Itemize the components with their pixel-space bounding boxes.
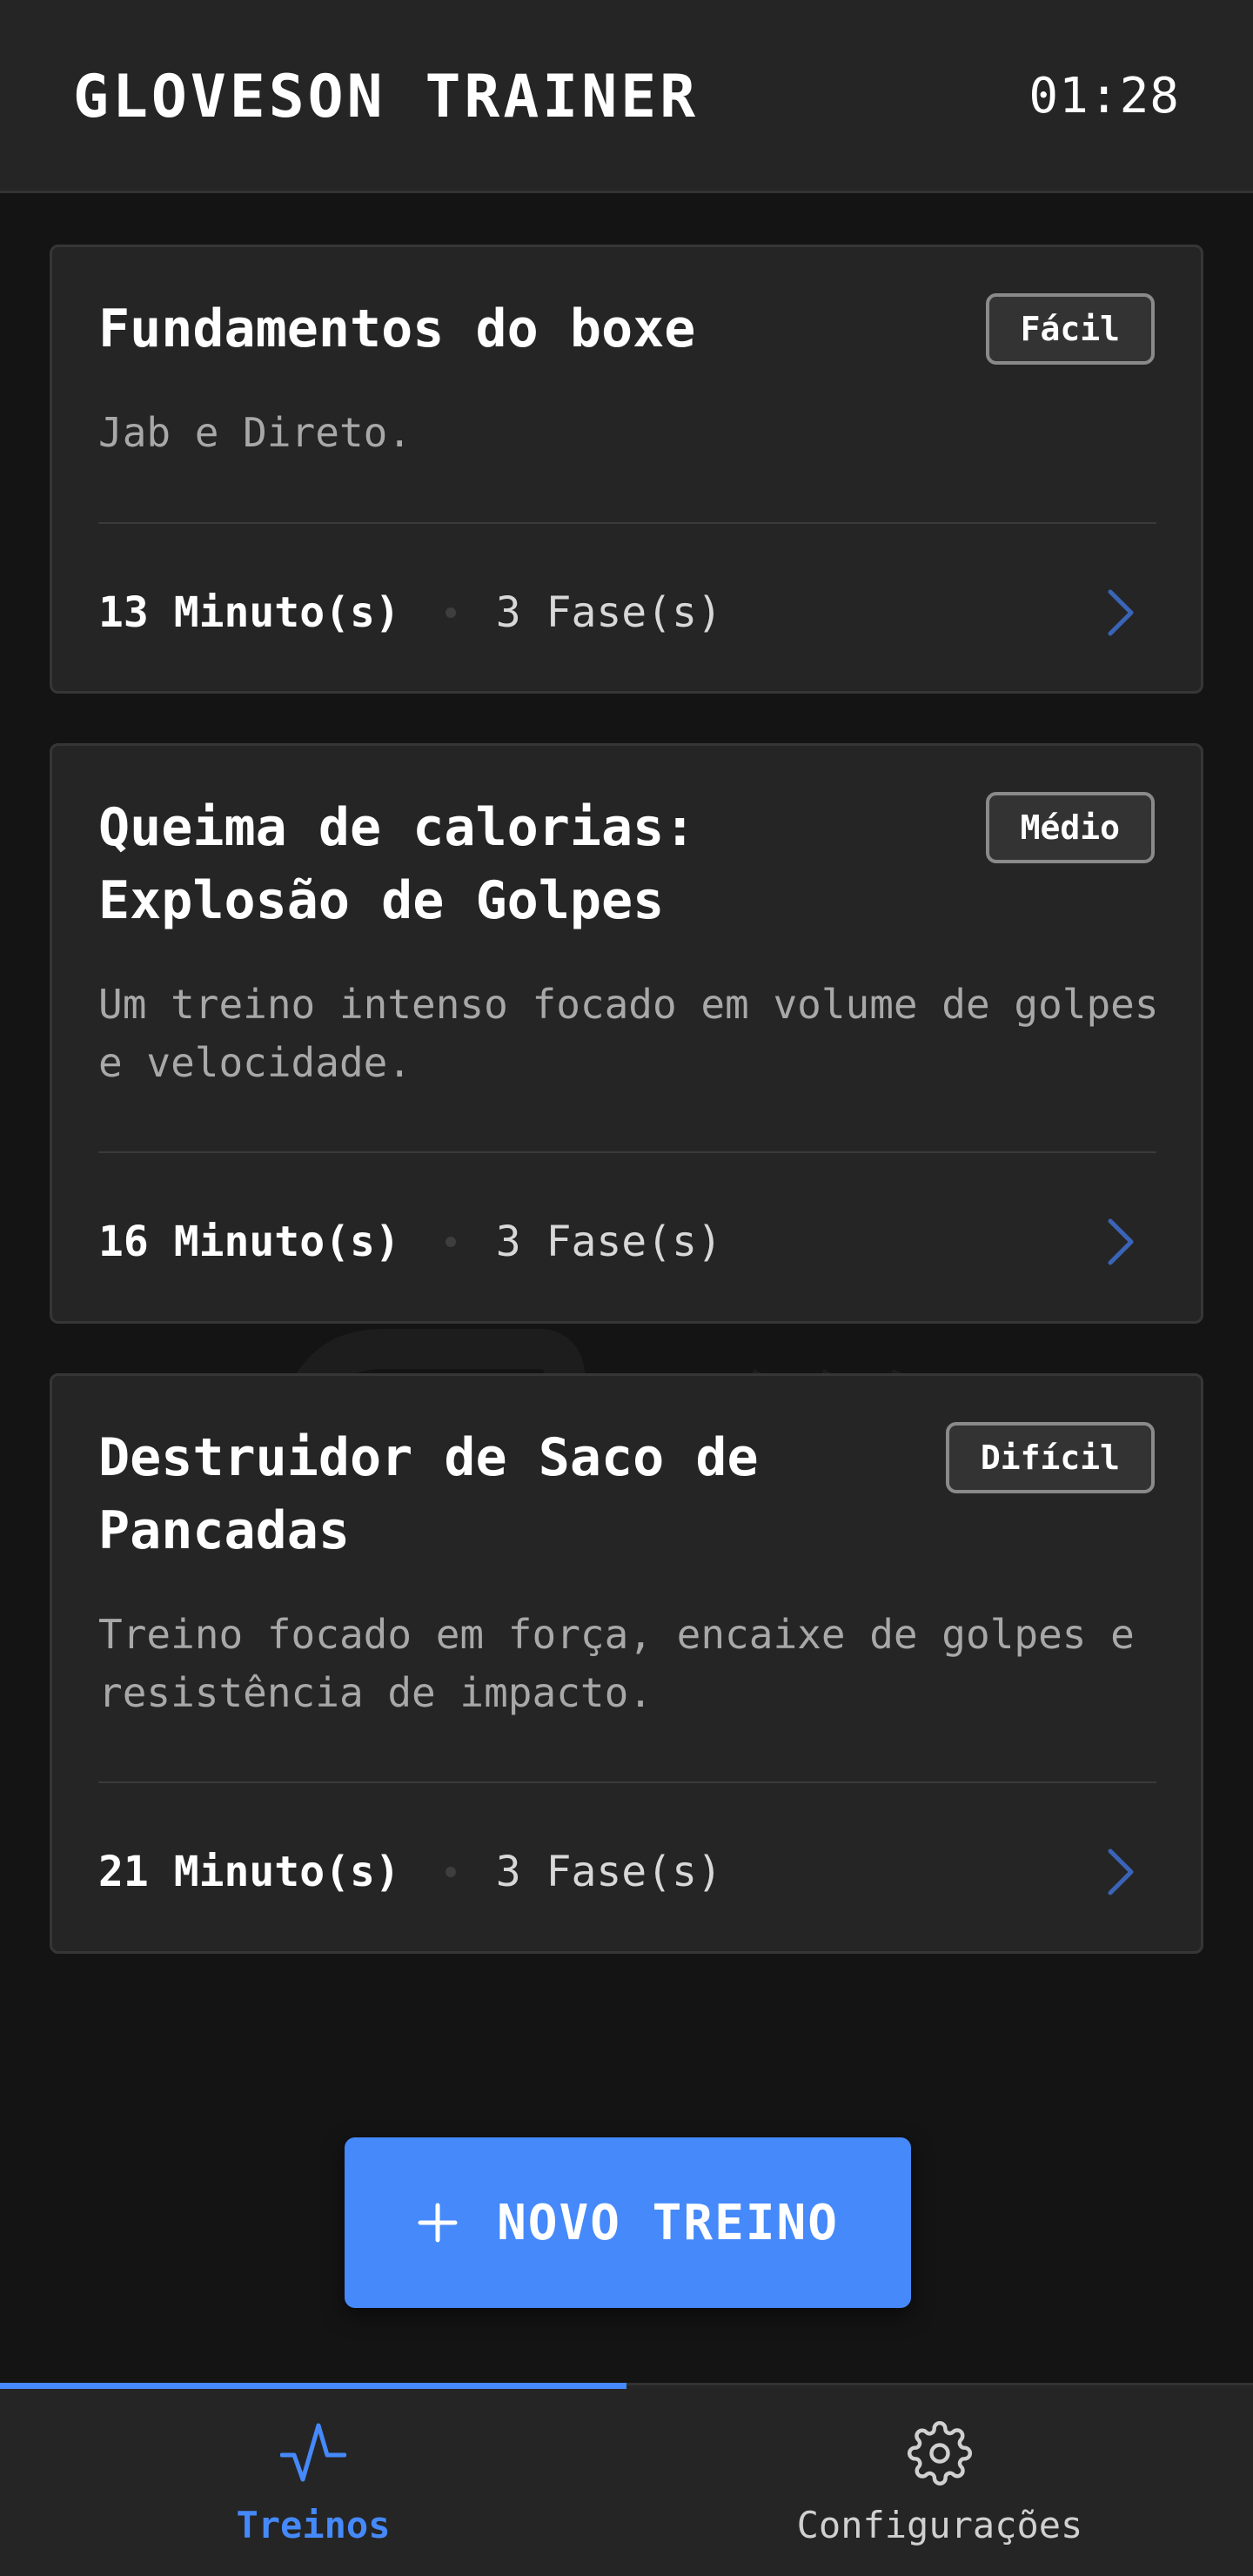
nav-item-configuracoes[interactable]: Configurações [626, 2385, 1253, 2576]
top-app-bar: GLOVESON TRAINER 01:28 [0, 0, 1253, 193]
timer-display: 01:28 [1029, 68, 1180, 124]
app-title: GLOVESON TRAINER [73, 63, 700, 131]
chevron-right-icon[interactable] [1103, 1218, 1138, 1266]
workout-card[interactable]: Queima de calorias: Explosão de Golpes M… [50, 743, 1203, 1324]
workout-description: Um treino intenso focado em volume de go… [98, 981, 1159, 1086]
plus-icon [418, 2203, 458, 2243]
workout-title: Fundamentos do boxe [98, 299, 696, 359]
app-screen: GLOVESON TRAINER 01:28 Fundamentos do bo… [0, 0, 1253, 2576]
workout-title: Destruidor de Saco de Pancadas [98, 1427, 759, 1561]
difficulty-badge: Difícil [945, 1422, 1155, 1493]
separator-dot [445, 607, 456, 618]
workout-duration: 21 Minuto(s) [98, 1848, 400, 1896]
new-workout-button[interactable]: NOVO TREINO [345, 2137, 911, 2308]
workout-meta: 16 Minuto(s) 3 Fase(s) [98, 1211, 722, 1272]
new-workout-label: NOVO TREINO [497, 2194, 839, 2251]
workout-phases: 3 Fase(s) [495, 588, 722, 637]
card-divider [98, 1151, 1156, 1153]
chevron-right-icon[interactable] [1103, 1848, 1138, 1896]
card-divider [98, 1781, 1156, 1783]
separator-dot [445, 1237, 456, 1247]
workout-card[interactable]: Fundamentos do boxe Fácil Jab e Direto. … [50, 245, 1203, 694]
workout-meta: 13 Minuto(s) 3 Fase(s) [98, 582, 722, 643]
workout-description: Treino focado em força, encaixe de golpe… [98, 1611, 1135, 1716]
nav-item-treinos[interactable]: Treinos [0, 2385, 626, 2576]
workout-phases: 3 Fase(s) [495, 1848, 722, 1896]
workout-phases: 3 Fase(s) [495, 1218, 722, 1266]
workout-duration: 13 Minuto(s) [98, 588, 400, 637]
nav-label: Treinos [236, 2504, 391, 2546]
separator-dot [445, 1867, 456, 1877]
workout-description: Jab e Direto. [98, 409, 412, 456]
gear-icon [907, 2420, 973, 2486]
workout-card[interactable]: Destruidor de Saco de Pancadas Difícil T… [50, 1373, 1203, 1954]
bottom-navigation: Treinos Configurações [0, 2383, 1253, 2576]
workout-meta: 21 Minuto(s) 3 Fase(s) [98, 1841, 722, 1902]
difficulty-badge: Fácil [985, 293, 1155, 365]
nav-label: Configurações [796, 2504, 1083, 2546]
chevron-right-icon[interactable] [1103, 588, 1138, 637]
difficulty-badge: Médio [985, 792, 1155, 863]
card-divider [98, 522, 1156, 524]
workout-duration: 16 Minuto(s) [98, 1218, 400, 1266]
workout-title: Queima de calorias: Explosão de Golpes [98, 797, 696, 931]
activity-icon [280, 2423, 346, 2482]
